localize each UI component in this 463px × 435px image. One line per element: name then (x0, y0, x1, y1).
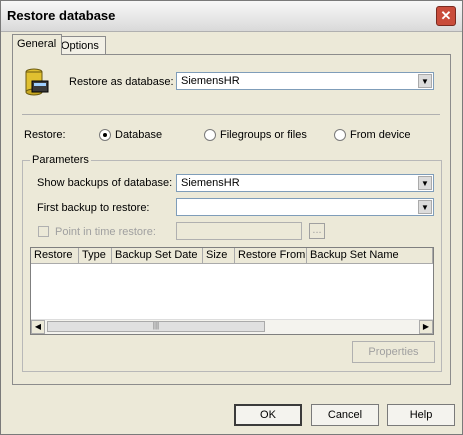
chevron-down-icon[interactable]: ▼ (418, 176, 432, 190)
point-in-time-browse-button[interactable]: ... (309, 223, 325, 239)
radio-from-device-label[interactable]: From device (350, 129, 411, 141)
scroll-left-icon[interactable]: ◀ (31, 320, 45, 334)
restore-label: Restore: (24, 129, 66, 141)
ok-button[interactable]: OK (234, 404, 302, 426)
database-icon (25, 68, 49, 96)
column-header-size[interactable]: Size (203, 248, 235, 264)
restore-as-combo[interactable]: SiemensHR ▼ (176, 72, 434, 90)
radio-filegroups-label[interactable]: Filegroups or files (220, 129, 307, 141)
radio-from-device[interactable] (334, 129, 346, 141)
title-bar[interactable]: Restore database ✕ (1, 1, 462, 32)
radio-filegroups[interactable] (204, 129, 216, 141)
radio-database-label[interactable]: Database (115, 129, 162, 141)
chevron-down-icon[interactable]: ▼ (418, 200, 432, 214)
window-title: Restore database (7, 8, 116, 23)
properties-button[interactable]: Properties (352, 341, 435, 363)
show-backups-value: SiemensHR (181, 177, 240, 189)
point-in-time-label: Point in time restore: (55, 226, 156, 238)
radio-database[interactable] (99, 129, 111, 141)
scrollbar-thumb[interactable]: ||| (47, 321, 265, 332)
chevron-down-icon[interactable]: ▼ (418, 74, 432, 88)
tab-options[interactable]: Options (56, 36, 106, 55)
point-in-time-field[interactable] (176, 222, 302, 240)
restore-as-label: Restore as database: (69, 76, 174, 88)
parameters-label: Parameters (30, 154, 91, 166)
restore-as-value: SiemensHR (181, 75, 240, 87)
help-button[interactable]: Help (387, 404, 455, 426)
divider (22, 114, 440, 115)
backup-sets-grid[interactable]: Restore Type Backup Set Date Size Restor… (30, 247, 434, 335)
first-backup-label: First backup to restore: (37, 202, 150, 214)
column-header-backup-set-date[interactable]: Backup Set Date (112, 248, 203, 264)
point-in-time-checkbox[interactable] (38, 226, 49, 237)
column-header-restore-from[interactable]: Restore From (235, 248, 307, 264)
column-header-restore[interactable]: Restore (31, 248, 79, 264)
show-backups-label: Show backups of database: (37, 177, 173, 189)
column-header-backup-set-name[interactable]: Backup Set Name (307, 248, 433, 264)
column-header-type[interactable]: Type (79, 248, 112, 264)
first-backup-combo[interactable]: ▼ (176, 198, 434, 216)
cancel-button[interactable]: Cancel (311, 404, 379, 426)
scroll-right-icon[interactable]: ▶ (419, 320, 433, 334)
close-icon[interactable]: ✕ (436, 6, 456, 26)
show-backups-combo[interactable]: SiemensHR ▼ (176, 174, 434, 192)
tab-general[interactable]: General (12, 34, 62, 55)
horizontal-scrollbar[interactable]: ◀ ||| ▶ (31, 319, 433, 334)
